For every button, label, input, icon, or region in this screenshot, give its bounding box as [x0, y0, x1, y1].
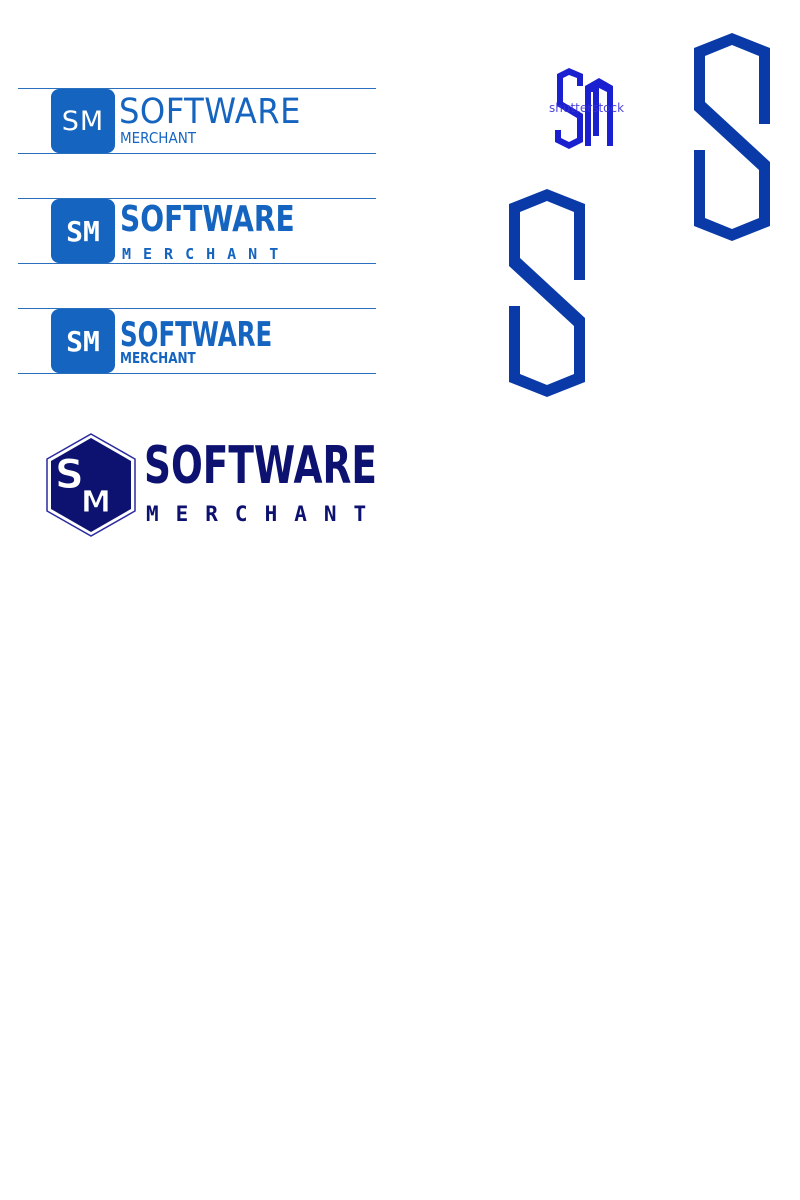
brand-name: SOFTWARE — [119, 92, 301, 132]
sm-tile-text: SM — [66, 324, 100, 358]
brand-tagline: MERCHANT — [122, 245, 291, 263]
logo-variant-2: SM SOFTWARE MERCHANT — [18, 198, 376, 264]
logo-hexagon-lockup: S M SOFTWARE MERCHANT — [44, 432, 384, 542]
sm-tile-icon: SM — [51, 89, 115, 153]
sm-monogram-mark: shutterstock — [549, 66, 625, 152]
logo-variant-3: SM SOFTWARE MERCHANT — [18, 308, 376, 374]
s-letter-outline-icon — [694, 33, 770, 241]
svg-text:M: M — [81, 485, 111, 520]
hexagon-sm-emblem-icon: S M — [46, 433, 136, 537]
logo-variant-1: SM SOFTWARE MERCHANT — [18, 88, 376, 154]
brand-tagline: MERCHANT — [120, 129, 197, 147]
s-letter-outline-icon — [509, 189, 585, 397]
sm-tile-text: SM — [61, 105, 105, 137]
brand-name: SOFTWARE — [120, 199, 295, 240]
watermark-text: shutterstock — [549, 101, 625, 115]
brand-tagline: MERCHANT — [120, 349, 196, 367]
svg-text:S: S — [55, 452, 84, 498]
brand-name: SOFTWARE — [144, 436, 377, 496]
brand-tagline: MERCHANT — [146, 502, 384, 526]
sm-tile-text: SM — [66, 214, 100, 248]
sm-tile-icon: SM — [51, 199, 115, 263]
sm-tile-icon: SM — [51, 309, 115, 373]
